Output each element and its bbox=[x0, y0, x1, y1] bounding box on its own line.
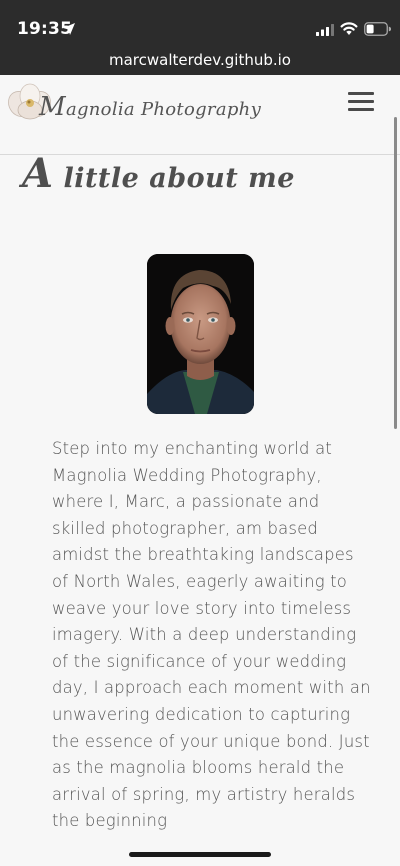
hamburger-menu-icon bbox=[348, 92, 374, 95]
status-bar: 19:35 bbox=[0, 0, 400, 46]
hamburger-menu-button[interactable] bbox=[348, 92, 374, 114]
title-cap-letter: A bbox=[22, 150, 54, 197]
site-logo-text[interactable]: Magnolia Photography bbox=[39, 92, 261, 122]
home-indicator[interactable] bbox=[129, 852, 271, 857]
signal-icon bbox=[316, 24, 334, 36]
logo-text-rest: agnolia Photography bbox=[65, 99, 262, 120]
portrait-image bbox=[147, 254, 254, 414]
title-rest: little about me bbox=[53, 163, 295, 194]
page-scrollbar[interactable] bbox=[394, 117, 397, 429]
battery-icon bbox=[364, 22, 391, 36]
address-bar[interactable]: marcwalterdev.github.io bbox=[0, 46, 400, 75]
about-section-title: A little about me bbox=[22, 150, 295, 197]
logo-cap-letter: M bbox=[39, 92, 66, 122]
photographer-portrait bbox=[147, 254, 254, 414]
location-arrow-icon bbox=[63, 23, 75, 35]
url-text[interactable]: marcwalterdev.github.io bbox=[0, 51, 400, 69]
wifi-icon bbox=[340, 22, 358, 35]
site-header: Magnolia Photography bbox=[0, 75, 400, 155]
about-bio-text: Step into my enchanting world at Magnoli… bbox=[52, 439, 371, 831]
